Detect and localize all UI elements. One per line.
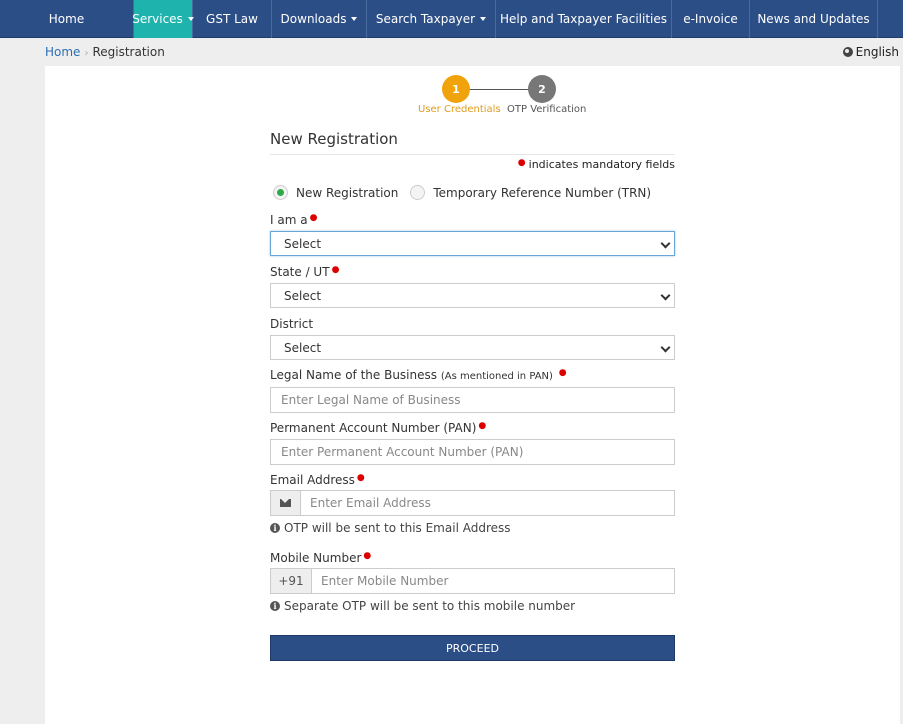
legal-name-label-text: Legal Name of the Business: [270, 368, 437, 382]
title-divider: [270, 154, 675, 155]
nav-news[interactable]: News and Updates: [750, 0, 878, 38]
breadcrumb-separator: ›: [84, 48, 89, 59]
mobile-prefix: +91: [271, 569, 312, 593]
info-icon: i: [270, 523, 280, 533]
required-dot-icon: ●: [363, 551, 372, 561]
district-label: District: [270, 317, 313, 331]
state-label-text: State / UT: [270, 265, 330, 279]
nav-search-taxpayer-label: Search Taxpayer: [375, 12, 476, 26]
breadcrumb-current: Registration: [92, 45, 165, 59]
pan-label: Permanent Account Number (PAN) ●: [270, 421, 486, 435]
mobile-field: +91 Enter Mobile Number: [270, 568, 675, 594]
pan-input[interactable]: Enter Permanent Account Number (PAN): [270, 439, 675, 465]
state-label: State / UT ●: [270, 265, 339, 279]
step-2-indicator: 2: [528, 75, 556, 103]
nav-home-label: Home: [48, 12, 85, 26]
step-1-indicator: 1: [442, 75, 470, 103]
required-dot-icon: ●: [356, 473, 365, 483]
legal-name-note: (As mentioned in PAN): [440, 371, 553, 382]
globe-icon: [842, 47, 853, 57]
legal-name-label: Legal Name of the Business (As mentioned…: [270, 368, 567, 382]
nav-services[interactable]: Services: [132, 0, 194, 38]
legal-name-input[interactable]: Enter Legal Name of Business: [270, 387, 675, 413]
iam-label-text: I am a: [270, 213, 308, 227]
mobile-hint: i Separate OTP will be sent to this mobil…: [270, 599, 575, 613]
mobile-label: Mobile Number ●: [270, 551, 371, 565]
breadcrumb-home-link[interactable]: Home: [45, 45, 80, 59]
step-1-label: User Credentials: [418, 104, 501, 115]
radio-new-registration-label: New Registration: [296, 185, 399, 200]
proceed-button[interactable]: PROCEED: [270, 635, 675, 661]
state-select[interactable]: Select: [270, 283, 675, 308]
envelope-icon: [280, 499, 291, 507]
email-input[interactable]: Enter Email Address: [301, 491, 674, 515]
pan-label-text: Permanent Account Number (PAN): [270, 421, 477, 435]
nav-services-label: Services: [132, 12, 183, 26]
email-label-text: Email Address: [270, 473, 355, 487]
nav-downloads-label: Downloads: [280, 12, 347, 26]
email-label: Email Address ●: [270, 473, 365, 487]
required-dot-icon: ●: [517, 158, 526, 168]
top-nav: Home Services GST Law Downloads Search T…: [0, 0, 903, 38]
mandatory-note: ● indicates mandatory fields: [518, 158, 675, 171]
mobile-input[interactable]: Enter Mobile Number: [312, 569, 674, 593]
chevron-down-icon: [660, 290, 671, 301]
district-label-text: District: [270, 317, 314, 331]
nav-gst-law[interactable]: GST Law: [193, 0, 272, 38]
email-addon: [271, 491, 301, 515]
nav-gst-law-label: GST Law: [206, 12, 258, 26]
nav-einvoice-label: e-Invoice: [683, 12, 738, 26]
iam-select[interactable]: Select: [270, 231, 675, 256]
chevron-down-icon: [660, 238, 671, 249]
chevron-down-icon: [660, 342, 671, 353]
form-title: New Registration: [270, 130, 398, 148]
nav-news-label: News and Updates: [757, 12, 870, 26]
email-hint-text: OTP will be sent to this Email Address: [284, 521, 511, 535]
breadcrumb: Home › Registration: [45, 45, 165, 59]
language-label: English: [855, 45, 899, 59]
mobile-label-text: Mobile Number: [270, 551, 362, 565]
required-dot-icon: ●: [558, 368, 567, 378]
email-hint: i OTP will be sent to this Email Address: [270, 521, 511, 535]
mobile-hint-text: Separate OTP will be sent to this mobile…: [284, 599, 576, 613]
iam-select-value: Select: [284, 236, 322, 251]
radio-trn[interactable]: [410, 185, 426, 200]
state-select-value: Select: [284, 288, 322, 303]
required-dot-icon: ●: [309, 213, 318, 223]
step-2-label: OTP Verification: [507, 104, 587, 115]
caret-down-icon: [351, 17, 358, 21]
registration-type-radios: New Registration Temporary Reference Num…: [273, 185, 651, 200]
radio-new-registration[interactable]: [273, 185, 288, 200]
district-select[interactable]: Select: [270, 335, 675, 360]
nav-einvoice[interactable]: e-Invoice: [672, 0, 750, 38]
nav-search-taxpayer[interactable]: Search Taxpayer: [367, 0, 496, 38]
email-field: Enter Email Address: [270, 490, 675, 516]
nav-help-label: Help and Taxpayer Facilities: [500, 12, 667, 26]
required-dot-icon: ●: [478, 421, 487, 431]
nav-help[interactable]: Help and Taxpayer Facilities: [496, 0, 672, 38]
required-dot-icon: ●: [331, 265, 340, 275]
iam-label: I am a ●: [270, 213, 317, 227]
info-icon: i: [270, 601, 280, 611]
language-selector[interactable]: English: [842, 45, 899, 59]
radio-trn-label: Temporary Reference Number (TRN): [433, 185, 652, 200]
mandatory-note-text: indicates mandatory fields: [528, 158, 675, 171]
district-select-value: Select: [284, 340, 322, 355]
caret-down-icon: [480, 17, 487, 21]
nav-downloads[interactable]: Downloads: [272, 0, 367, 38]
nav-home[interactable]: Home: [0, 0, 134, 38]
